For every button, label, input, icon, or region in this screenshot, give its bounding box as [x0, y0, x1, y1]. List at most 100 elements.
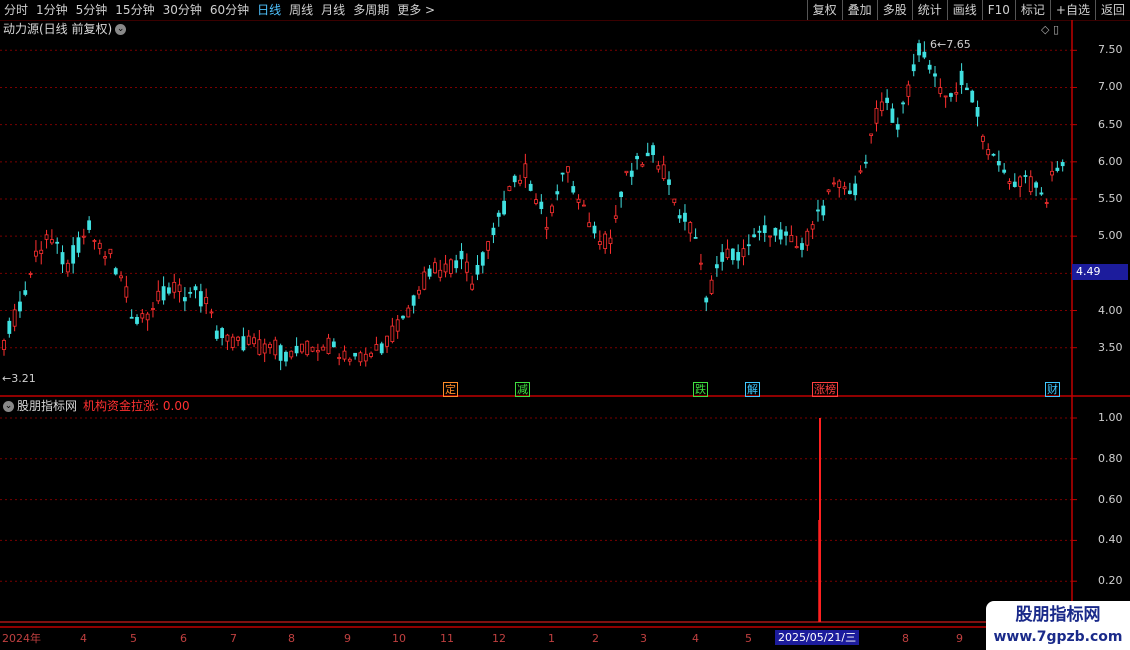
candle-body — [230, 336, 235, 348]
price-tick-label: 7.50 — [1098, 43, 1123, 57]
candle-body — [406, 307, 411, 318]
event-marker-die[interactable]: 跌 — [693, 382, 708, 397]
candle-body — [1034, 182, 1038, 188]
candle-body — [991, 153, 996, 156]
candle-body — [273, 339, 278, 356]
candle-body — [826, 189, 831, 193]
price-tick-label: 7.00 — [1098, 80, 1123, 94]
candle-body — [847, 190, 852, 195]
candle-body — [619, 191, 624, 198]
candle-body — [34, 250, 38, 257]
stock-chart[interactable] — [0, 0, 1130, 650]
candle-body — [374, 344, 379, 351]
candle-body — [576, 198, 581, 203]
candle-body — [289, 350, 294, 358]
watermark-url: www.7gpzb.com — [993, 629, 1123, 645]
candle-body — [730, 248, 735, 261]
candle-body — [810, 224, 815, 230]
candle-body — [683, 212, 687, 222]
candle-body — [464, 261, 469, 273]
candle-body — [784, 231, 788, 236]
diamond-icon[interactable]: ◇ — [1041, 23, 1049, 36]
candle-body — [725, 248, 730, 259]
candle-body — [300, 343, 304, 353]
candle-body — [789, 234, 794, 243]
main-chart-title[interactable]: 动力源(日线 前复权) ⌄ — [3, 21, 127, 37]
event-marker-zhangbang[interactable]: 涨榜 — [812, 382, 838, 397]
candle-body — [959, 70, 964, 86]
candle-body — [518, 179, 522, 184]
candlestick-series — [2, 39, 1065, 371]
candle-body — [911, 64, 916, 72]
indicator-name: 股朋指标网 — [17, 399, 78, 413]
candle-body — [129, 316, 134, 319]
candle-body — [321, 346, 326, 351]
candle-body — [252, 337, 256, 345]
month-label: 2024年 — [2, 632, 41, 645]
candle-body — [667, 179, 671, 185]
event-marker-jie[interactable]: 解 — [745, 382, 760, 397]
candle-body — [182, 297, 187, 302]
candle-body — [369, 352, 373, 357]
candle-body — [140, 313, 145, 319]
candle-body — [44, 234, 49, 240]
candle-body — [970, 90, 975, 103]
candle-body — [752, 234, 757, 238]
chevron-down-icon[interactable]: ⌄ — [3, 401, 14, 412]
candle-body — [805, 230, 810, 246]
indicator-value-label: 机构资金拉涨: 0.00 — [83, 399, 190, 413]
candle-body — [12, 309, 17, 327]
candle-body — [438, 269, 443, 278]
watermark-title: 股朋指标网 — [1015, 605, 1101, 625]
candle-body — [177, 284, 182, 292]
candle-body — [363, 353, 368, 362]
candle-body — [496, 212, 501, 217]
indicator-tick-label: 1.00 — [1098, 411, 1123, 424]
candle-body — [491, 227, 496, 236]
candle-body — [1044, 202, 1049, 204]
candle-body — [401, 315, 405, 319]
candle-body — [459, 250, 464, 260]
candle-body — [151, 308, 155, 310]
candle-body — [885, 97, 890, 103]
candle-body — [821, 205, 826, 216]
candle-body — [597, 241, 602, 245]
candle-body — [1060, 162, 1065, 167]
candle-body — [863, 161, 868, 164]
candle-body — [7, 320, 12, 334]
panel-toggle-icon[interactable]: ▯ — [1053, 23, 1059, 36]
candle-body — [347, 358, 352, 362]
candle-body — [566, 166, 570, 173]
price-tick-label: 5.50 — [1098, 192, 1123, 205]
event-marker-jian[interactable]: 减 — [515, 382, 530, 397]
candle-body — [39, 249, 44, 254]
selected-date-tag: 2025/05/21/三 — [775, 630, 860, 645]
event-marker-ding[interactable]: 定 — [443, 382, 458, 397]
month-label: 6 — [180, 632, 187, 645]
event-marker-cai[interactable]: 财 — [1045, 382, 1060, 397]
candle-body — [587, 222, 592, 228]
min-price-annotation: ←3.21 — [2, 372, 36, 385]
candle-body — [502, 200, 506, 215]
price-tick-label: 4.00 — [1098, 303, 1123, 317]
candle-body — [448, 259, 453, 274]
chevron-down-icon[interactable]: ⌄ — [115, 24, 127, 35]
indicator-tick-label: 0.60 — [1098, 492, 1123, 506]
candle-body — [1028, 176, 1033, 193]
candle-body — [837, 180, 842, 188]
indicator-title[interactable]: ⌄ 股朋指标网 机构资金拉涨: 0.00 — [3, 398, 190, 414]
candle-body — [1018, 176, 1023, 187]
candle-body — [794, 246, 799, 249]
candle-body — [879, 101, 884, 112]
candle-body — [832, 182, 836, 185]
candle-body — [773, 227, 778, 236]
candle-body — [741, 248, 746, 258]
candle-body — [927, 64, 932, 70]
candle-body — [949, 93, 953, 97]
month-label: 9 — [344, 632, 351, 645]
candle-body — [475, 264, 480, 275]
candle-body — [331, 341, 336, 348]
candle-body — [60, 252, 65, 265]
candle-body — [2, 340, 6, 350]
candle-body — [422, 271, 427, 290]
